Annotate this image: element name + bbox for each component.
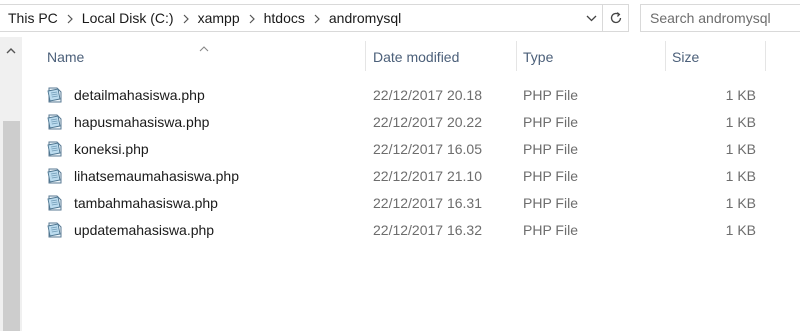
column-divider[interactable] xyxy=(765,41,766,71)
column-headers: Name Date modified Type Size xyxy=(22,37,800,79)
file-row[interactable]: lihatsemaumahasiswa.php 22/12/2017 21.10… xyxy=(22,163,800,190)
file-type: PHP File xyxy=(523,141,578,157)
php-file-icon xyxy=(46,167,64,185)
file-size: 1 KB xyxy=(725,114,756,130)
file-size: 1 KB xyxy=(725,141,756,157)
file-date: 22/12/2017 20.18 xyxy=(373,87,482,103)
breadcrumb-this-pc[interactable]: This PC xyxy=(8,10,58,26)
breadcrumb-htdocs[interactable]: htdocs xyxy=(264,10,305,26)
file-name: koneksi.php xyxy=(74,141,149,157)
chevron-right-icon[interactable] xyxy=(58,11,82,26)
file-row[interactable]: updatemahasiswa.php 22/12/2017 16.32 PHP… xyxy=(22,217,800,244)
file-size: 1 KB xyxy=(725,195,756,211)
php-file-icon xyxy=(46,221,64,239)
search-input[interactable] xyxy=(650,10,790,26)
chevron-right-icon[interactable] xyxy=(174,11,198,26)
file-size: 1 KB xyxy=(725,222,756,238)
php-file-icon xyxy=(46,113,64,131)
chevron-down-icon[interactable] xyxy=(580,5,602,31)
file-name: detailmahasiswa.php xyxy=(74,87,205,103)
breadcrumb-xampp[interactable]: xampp xyxy=(198,10,240,26)
refresh-icon[interactable] xyxy=(602,5,628,31)
address-bar[interactable]: This PC Local Disk (C:) xampp htdocs and… xyxy=(0,4,629,32)
chevron-up-icon[interactable] xyxy=(0,37,22,63)
file-type: PHP File xyxy=(523,87,578,103)
breadcrumb-andromysql[interactable]: andromysql xyxy=(329,10,401,26)
file-row[interactable]: tambahmahasiswa.php 22/12/2017 16.31 PHP… xyxy=(22,190,800,217)
file-type: PHP File xyxy=(523,114,578,130)
file-type: PHP File xyxy=(523,222,578,238)
file-date: 22/12/2017 21.10 xyxy=(373,168,482,184)
navigation-bar: This PC Local Disk (C:) xampp htdocs and… xyxy=(0,0,800,37)
column-header-date-modified[interactable]: Date modified xyxy=(366,37,516,79)
file-name: hapusmahasiswa.php xyxy=(74,114,210,130)
breadcrumb-local-disk[interactable]: Local Disk (C:) xyxy=(82,10,174,26)
file-date: 22/12/2017 16.31 xyxy=(373,195,482,211)
file-date: 22/12/2017 16.05 xyxy=(373,141,482,157)
file-name: tambahmahasiswa.php xyxy=(74,195,218,211)
file-row[interactable]: hapusmahasiswa.php 22/12/2017 20.22 PHP … xyxy=(22,109,800,136)
file-row[interactable]: detailmahasiswa.php 22/12/2017 20.18 PHP… xyxy=(22,82,800,109)
chevron-right-icon[interactable] xyxy=(240,11,264,26)
file-date: 22/12/2017 16.32 xyxy=(373,222,482,238)
scrollbar[interactable] xyxy=(0,37,22,331)
file-list: detailmahasiswa.php 22/12/2017 20.18 PHP… xyxy=(22,82,800,244)
column-header-type[interactable]: Type xyxy=(516,37,665,79)
chevron-right-icon[interactable] xyxy=(305,11,329,26)
php-file-icon xyxy=(46,194,64,212)
column-header-size[interactable]: Size xyxy=(665,37,765,79)
file-name: lihatsemaumahasiswa.php xyxy=(74,168,239,184)
file-row[interactable]: koneksi.php 22/12/2017 16.05 PHP File 1 … xyxy=(22,136,800,163)
file-date: 22/12/2017 20.22 xyxy=(373,114,482,130)
search-box[interactable] xyxy=(640,4,800,32)
file-name: updatemahasiswa.php xyxy=(74,222,215,238)
column-header-name[interactable]: Name xyxy=(40,37,365,79)
php-file-icon xyxy=(46,86,64,104)
file-size: 1 KB xyxy=(725,87,756,103)
file-type: PHP File xyxy=(523,195,578,211)
file-type: PHP File xyxy=(523,168,578,184)
php-file-icon xyxy=(46,140,64,158)
file-size: 1 KB xyxy=(725,168,756,184)
scrollbar-thumb[interactable] xyxy=(3,121,20,331)
